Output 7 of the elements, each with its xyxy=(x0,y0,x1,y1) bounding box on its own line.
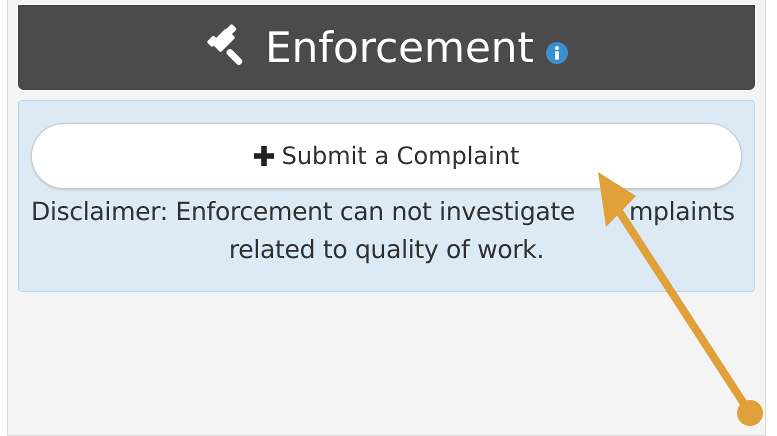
disclaimer-text: mplaints xyxy=(629,196,735,228)
plus-icon xyxy=(254,146,274,166)
panel-title: Enforcement xyxy=(265,23,534,72)
info-icon[interactable] xyxy=(546,42,568,64)
submit-complaint-button[interactable]: Submit a Complaint xyxy=(31,123,742,189)
disclaimer-text: Disclaimer: Enforcement can not investigate xyxy=(31,196,575,228)
disclaimer-text: related to quality of work. xyxy=(228,234,544,266)
